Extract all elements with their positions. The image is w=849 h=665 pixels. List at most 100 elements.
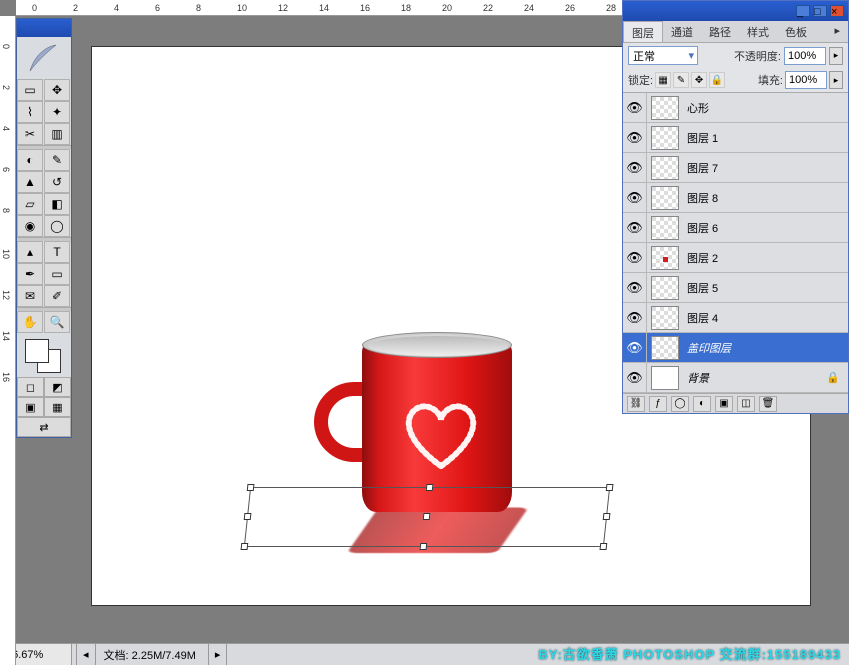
blend-mode-dropdown[interactable]: 正常: [628, 46, 698, 65]
lock-all-button[interactable]: 🔒: [709, 72, 725, 88]
visibility-toggle[interactable]: 👁: [623, 123, 647, 153]
adjustment-layer-button[interactable]: ◐: [693, 396, 711, 412]
layer-style-button[interactable]: ƒ: [649, 396, 667, 412]
link-layers-button[interactable]: ⛓: [627, 396, 645, 412]
opacity-flyout-button[interactable]: ▸: [829, 47, 843, 65]
layer-thumbnail[interactable]: [651, 96, 679, 120]
visibility-toggle[interactable]: 👁: [623, 183, 647, 213]
layer-thumbnail[interactable]: [651, 336, 679, 360]
type-tool[interactable]: T: [44, 241, 70, 263]
visibility-toggle[interactable]: 👁: [623, 333, 647, 363]
visibility-toggle[interactable]: 👁: [623, 93, 647, 123]
marquee-tool[interactable]: ▭: [17, 79, 43, 101]
toolbox-panel[interactable]: ▭ ✥ ⌇ ✦ ✂ ▥ ◐ ✎ ▲ ↺ ▱ ◧ ◉ ◯ ▴ T ✒ ▭ ✉ ✐ …: [16, 18, 72, 438]
layer-thumbnail[interactable]: [651, 186, 679, 210]
history-brush-tool[interactable]: ↺: [44, 171, 70, 193]
panel-close-button[interactable]: ×: [830, 5, 844, 17]
pen-tool[interactable]: ✒: [17, 263, 43, 285]
lasso-tool[interactable]: ⌇: [17, 101, 43, 123]
layer-name-label[interactable]: 图层 7: [683, 160, 718, 176]
blur-tool[interactable]: ◉: [17, 215, 43, 237]
tab-swatches[interactable]: 色板: [777, 21, 815, 42]
layer-row[interactable]: 👁 图层 8: [623, 183, 848, 213]
crop-tool[interactable]: ✂: [17, 123, 43, 145]
brush-tool[interactable]: ✎: [44, 149, 70, 171]
dodge-tool[interactable]: ◯: [44, 215, 70, 237]
standard-mode-button[interactable]: ◻: [17, 377, 44, 397]
layer-name-label[interactable]: 图层 8: [683, 190, 718, 206]
magic-wand-tool[interactable]: ✦: [44, 101, 70, 123]
fill-flyout-button[interactable]: ▸: [829, 71, 843, 89]
layer-mask-button[interactable]: ◯: [671, 396, 689, 412]
layer-name-label[interactable]: 背景: [683, 370, 709, 386]
layer-row[interactable]: 👁 盖印图层: [623, 333, 848, 363]
panel-titlebar[interactable]: _ □ ×: [623, 1, 848, 21]
visibility-toggle[interactable]: 👁: [623, 153, 647, 183]
status-flyout-button[interactable]: ▸: [208, 644, 228, 665]
layer-name-label[interactable]: 图层 4: [683, 310, 718, 326]
foreground-color-swatch[interactable]: [25, 339, 49, 363]
layer-thumbnail[interactable]: [651, 126, 679, 150]
lock-pixels-button[interactable]: ✎: [673, 72, 689, 88]
layer-thumbnail[interactable]: [651, 366, 679, 390]
clone-stamp-tool[interactable]: ▲: [17, 171, 43, 193]
delete-layer-button[interactable]: 🗑: [759, 396, 777, 412]
visibility-toggle[interactable]: 👁: [623, 363, 647, 393]
layer-name-label[interactable]: 图层 2: [683, 250, 718, 266]
healing-brush-tool[interactable]: ◐: [17, 149, 43, 171]
layer-name-label[interactable]: 盖印图层: [683, 340, 731, 356]
eraser-tool[interactable]: ▱: [17, 193, 43, 215]
free-transform-bounding-box[interactable]: [244, 487, 610, 547]
panel-maximize-button[interactable]: □: [813, 5, 827, 17]
layer-thumbnail[interactable]: [651, 216, 679, 240]
tab-channels[interactable]: 通道: [663, 21, 701, 42]
slice-tool[interactable]: ▥: [44, 123, 70, 145]
layer-thumbnail[interactable]: [651, 156, 679, 180]
layer-thumbnail[interactable]: [651, 246, 679, 270]
visibility-toggle[interactable]: 👁: [623, 273, 647, 303]
layers-panel[interactable]: _ □ × 图层 通道 路径 样式 色板 ▸ 正常 不透明度: 100% ▸ 锁…: [622, 0, 849, 414]
layer-row[interactable]: 👁 图层 2: [623, 243, 848, 273]
toolbox-titlebar[interactable]: [17, 19, 71, 37]
layer-row[interactable]: 👁 图层 7: [623, 153, 848, 183]
new-group-button[interactable]: ▣: [715, 396, 733, 412]
screen-mode-standard[interactable]: ▣: [17, 397, 44, 417]
layer-name-label[interactable]: 图层 5: [683, 280, 718, 296]
visibility-toggle[interactable]: 👁: [623, 303, 647, 333]
opacity-input[interactable]: 100%: [784, 47, 826, 65]
eyedropper-tool[interactable]: ✐: [44, 285, 70, 307]
layer-thumbnail[interactable]: [651, 276, 679, 300]
gradient-tool[interactable]: ◧: [44, 193, 70, 215]
zoom-tool[interactable]: 🔍: [44, 311, 70, 333]
layer-name-label[interactable]: 图层 6: [683, 220, 718, 236]
status-flyout-left[interactable]: ◂: [76, 644, 96, 665]
layer-row[interactable]: 👁 图层 6: [623, 213, 848, 243]
layer-name-label[interactable]: 心形: [683, 100, 709, 116]
fill-input[interactable]: 100%: [785, 71, 827, 89]
color-swatches[interactable]: [17, 333, 71, 377]
layer-row[interactable]: 👁背景🔒: [623, 363, 848, 393]
visibility-toggle[interactable]: 👁: [623, 243, 647, 273]
visibility-toggle[interactable]: 👁: [623, 213, 647, 243]
shape-tool[interactable]: ▭: [44, 263, 70, 285]
layer-row[interactable]: 👁 心形: [623, 93, 848, 123]
lock-transparency-button[interactable]: ▦: [655, 72, 671, 88]
layer-row[interactable]: 👁 图层 5: [623, 273, 848, 303]
screen-mode-full-menubar[interactable]: ▦: [44, 397, 71, 417]
panel-menu-button[interactable]: ▸: [826, 21, 848, 42]
screen-mode-full[interactable]: ⇄: [17, 417, 71, 437]
lock-position-button[interactable]: ✥: [691, 72, 707, 88]
layer-row[interactable]: 👁 图层 4: [623, 303, 848, 333]
tab-paths[interactable]: 路径: [701, 21, 739, 42]
layer-row[interactable]: 👁 图层 1: [623, 123, 848, 153]
new-layer-button[interactable]: ◫: [737, 396, 755, 412]
path-selection-tool[interactable]: ▴: [17, 241, 43, 263]
panel-minimize-button[interactable]: _: [796, 5, 810, 17]
hand-tool[interactable]: ✋: [17, 311, 43, 333]
layer-name-label[interactable]: 图层 1: [683, 130, 718, 146]
quickmask-mode-button[interactable]: ◩: [44, 377, 71, 397]
layer-thumbnail[interactable]: [651, 306, 679, 330]
notes-tool[interactable]: ✉: [17, 285, 43, 307]
move-tool[interactable]: ✥: [44, 79, 70, 101]
tab-styles[interactable]: 样式: [739, 21, 777, 42]
